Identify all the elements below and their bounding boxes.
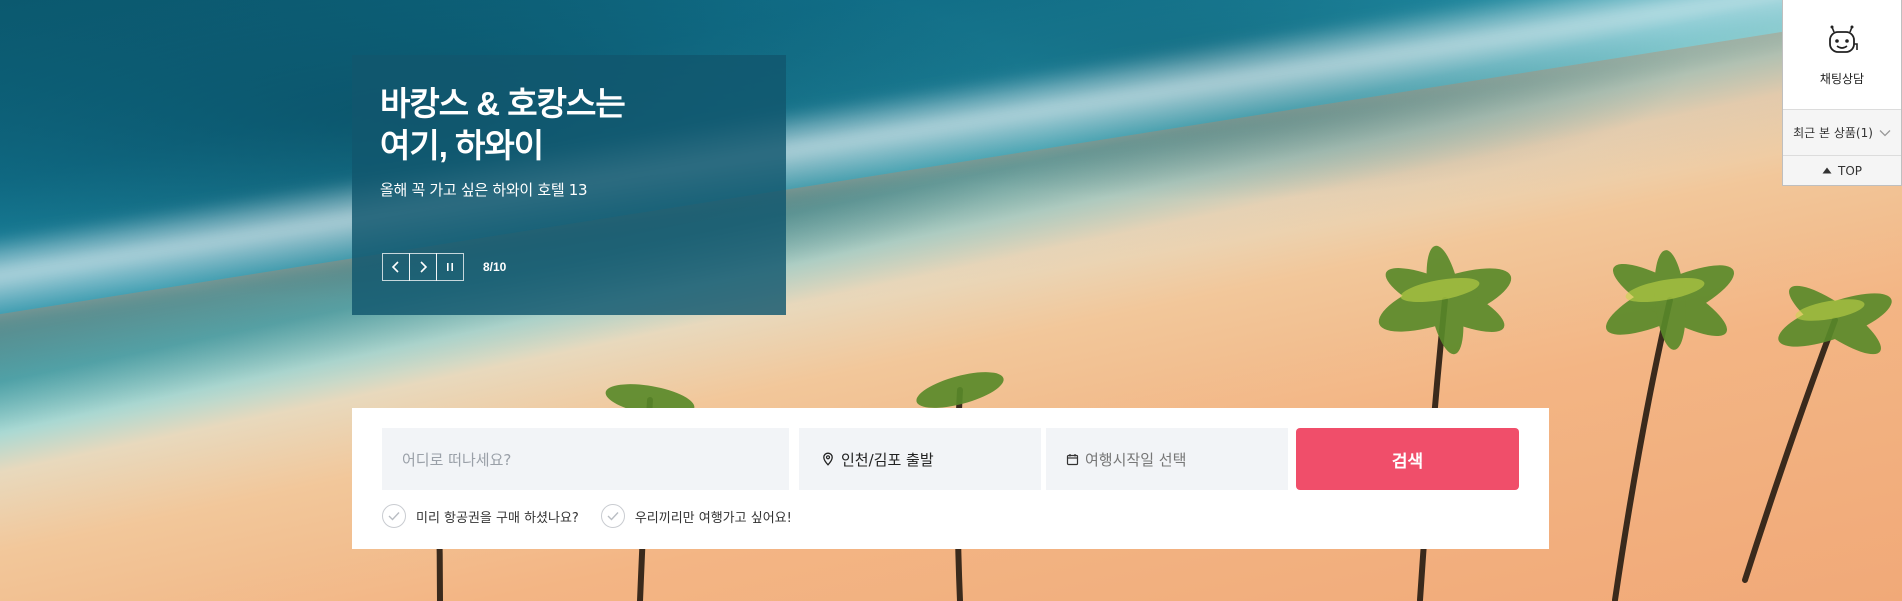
search-button[interactable]: 검색 (1296, 428, 1519, 490)
quick-menu: 채팅상담 최근 본 상품(1) TOP (1782, 0, 1902, 186)
pause-slide-button[interactable] (436, 253, 464, 281)
banner-title-line2: 여기, 하와이 (380, 127, 544, 164)
pause-icon (447, 263, 453, 271)
search-options: 미리 항공권을 구매 하셨나요? 우리끼리만 여행가고 싶어요! (382, 504, 1519, 528)
departure-select[interactable]: 인천/김포 출발 (799, 428, 1041, 490)
banner-title-line1: 바캉스 & 호캉스는 (380, 85, 626, 122)
chatbot-icon (1829, 25, 1858, 53)
check-icon (607, 512, 619, 521)
chevron-down-icon (1879, 129, 1891, 136)
destination-input[interactable]: 어디로 떠나세요? (382, 428, 789, 490)
next-slide-button[interactable] (409, 253, 437, 281)
check-icon (388, 512, 400, 521)
recent-items-toggle[interactable]: 최근 본 상품(1) (1783, 110, 1901, 156)
destination-placeholder: 어디로 떠나세요? (402, 450, 512, 469)
promo-banner-card[interactable]: 바캉스 & 호캉스는 여기, 하와이 올해 꼭 가고 싶은 하와이 호텔 13 … (352, 55, 786, 315)
chat-consult-label: 채팅상담 (1819, 72, 1865, 86)
banner-title: 바캉스 & 호캉스는 여기, 하와이 (380, 83, 758, 167)
option-label: 미리 항공권을 구매 하셨나요? (416, 510, 579, 526)
slide-counter: 8/10 (483, 260, 507, 274)
date-placeholder: 여행시작일 선택 (1085, 450, 1187, 469)
chat-consult-button[interactable]: 채팅상담 (1783, 0, 1901, 110)
departure-value: 인천/김포 출발 (841, 450, 934, 469)
scroll-top-button[interactable]: TOP (1783, 156, 1901, 185)
prev-slide-button[interactable] (382, 253, 410, 281)
option-label: 우리끼리만 여행가고 싶어요! (634, 510, 792, 526)
location-pin-icon (823, 452, 833, 466)
checkbox[interactable] (600, 504, 625, 528)
option-prebooked-flight[interactable]: 미리 항공권을 구매 하셨나요? (382, 504, 579, 528)
recent-items-label: 최근 본 상품(1) (1793, 126, 1873, 140)
banner-controls: 8/10 (382, 253, 506, 281)
search-row: 어디로 떠나세요? 인천/김포 출발 여행시작일 선택 검색 (382, 428, 1519, 490)
triangle-up-icon (1822, 167, 1832, 174)
checkbox[interactable] (382, 504, 406, 528)
chevron-left-icon (391, 261, 399, 273)
search-panel: 어디로 떠나세요? 인천/김포 출발 여행시작일 선택 검색 미리 항공권을 구… (352, 408, 1549, 549)
start-date-select[interactable]: 여행시작일 선택 (1046, 428, 1288, 490)
option-private-trip[interactable]: 우리끼리만 여행가고 싶어요! (600, 504, 792, 528)
banner-subtitle: 올해 꼭 가고 싶은 하와이 호텔 13 (380, 181, 588, 199)
chevron-right-icon (420, 261, 428, 273)
calendar-icon (1066, 453, 1079, 465)
scroll-top-label: TOP (1837, 163, 1862, 178)
